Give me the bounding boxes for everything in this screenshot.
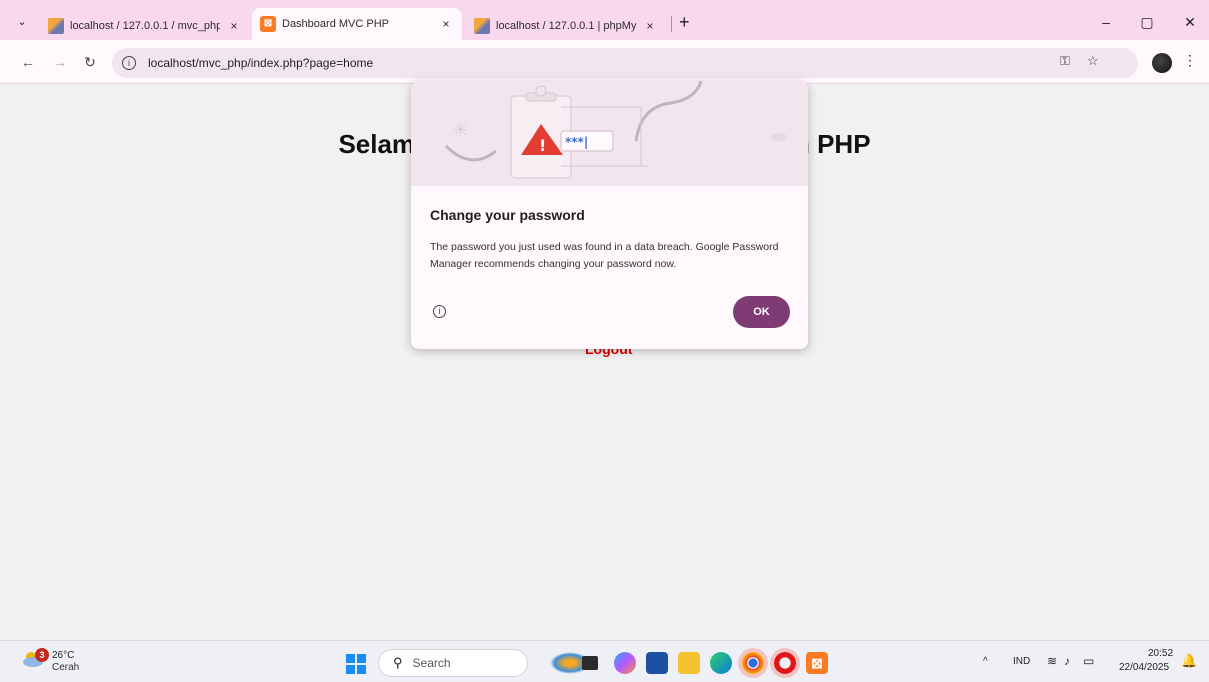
- windows-logo-icon: [346, 654, 355, 663]
- close-icon[interactable]: ×: [642, 19, 658, 33]
- url-text[interactable]: localhost/mvc_php/index.php?page=home: [148, 56, 373, 70]
- tab-separator: [671, 16, 672, 32]
- site-info-icon[interactable]: i: [122, 56, 136, 70]
- tray-chevron-icon[interactable]: ^: [983, 656, 988, 667]
- tab-phpmyadmin[interactable]: localhost / 127.0.0.1 | phpMyAd ×: [466, 12, 666, 40]
- browser-toolbar: ← → ↻ i localhost/mvc_php/index.php?page…: [0, 40, 1209, 84]
- svg-text:✳: ✳: [453, 120, 468, 141]
- windows-logo-pane: [357, 665, 366, 674]
- close-icon[interactable]: ×: [226, 19, 242, 33]
- search-icon: ⚲: [393, 655, 403, 670]
- password-mask: ***|: [565, 135, 588, 149]
- windows-logo-pane: [357, 654, 366, 663]
- bookmark-star-icon[interactable]: ☆: [1087, 53, 1099, 69]
- dialog-title: Change your password: [430, 207, 585, 223]
- taskbar-search[interactable]: ⚲ Search: [378, 649, 528, 677]
- weather-badge: 3: [35, 648, 49, 662]
- phpmyadmin-icon: [474, 18, 490, 34]
- menu-icon[interactable]: ⋮: [1183, 52, 1197, 69]
- warning-mark: !: [539, 136, 546, 155]
- taskbar: 3 26°C Cerah ⚲ Search ⊠ ^ IND ≋ ♪ ▭ 20:5…: [0, 640, 1209, 682]
- file-explorer-icon[interactable]: [678, 652, 700, 674]
- tab-title: Dashboard MVC PHP: [282, 18, 389, 30]
- tab-mvc-php[interactable]: localhost / 127.0.0.1 / mvc_php ×: [40, 12, 250, 40]
- start-button[interactable]: [346, 654, 366, 674]
- close-icon[interactable]: ×: [438, 17, 454, 31]
- forward-button[interactable]: →: [50, 52, 70, 72]
- key-icon[interactable]: ⚿: [1060, 53, 1070, 69]
- chrome-icon[interactable]: [742, 652, 764, 674]
- new-tab-button[interactable]: +: [679, 12, 690, 32]
- minimize-button[interactable]: –: [1096, 14, 1116, 30]
- xampp-taskbar-icon[interactable]: ⊠: [806, 652, 828, 674]
- tab-strip: ⌄ localhost / 127.0.0.1 / mvc_php × ⊠ Da…: [0, 0, 1209, 40]
- restore-button[interactable]: ▢: [1137, 14, 1157, 31]
- tab-title: localhost / 127.0.0.1 / mvc_php: [70, 20, 220, 32]
- edge-icon[interactable]: [710, 652, 732, 674]
- password-warning-illustration: ✳ ***| !: [444, 81, 787, 179]
- ok-button[interactable]: OK: [733, 296, 790, 328]
- tab-dashboard[interactable]: ⊠ Dashboard MVC PHP ×: [252, 8, 462, 40]
- address-bar[interactable]: i localhost/mvc_php/index.php?page=home …: [112, 48, 1138, 78]
- tab-search-button[interactable]: ⌄: [14, 14, 30, 30]
- opera-icon[interactable]: [774, 652, 796, 674]
- dialog-body: The password you just used was found in …: [430, 241, 779, 270]
- clock-date: 22/04/2025: [1119, 662, 1170, 673]
- windows-logo-pane: [346, 665, 355, 674]
- weather-condition: Cerah: [52, 662, 80, 673]
- back-button[interactable]: ←: [18, 52, 38, 72]
- volume-icon[interactable]: ♪: [1064, 654, 1070, 668]
- info-icon[interactable]: i: [433, 305, 446, 318]
- tab-title: localhost / 127.0.0.1 | phpMyAd: [496, 20, 636, 32]
- dialog-illustration: ✳ ***| !: [411, 81, 808, 186]
- wifi-icon[interactable]: ≋: [1047, 654, 1057, 668]
- phpmyadmin-icon: [48, 18, 64, 34]
- password-breach-dialog: ✳ ***| ! Change your password The passwo…: [411, 81, 808, 349]
- notification-bell-icon[interactable]: 🔔: [1181, 653, 1197, 669]
- copilot-icon[interactable]: [614, 652, 636, 674]
- language-indicator[interactable]: IND: [1013, 656, 1030, 667]
- profile-avatar[interactable]: [1152, 53, 1172, 73]
- reload-button[interactable]: ↻: [80, 52, 100, 72]
- close-window-button[interactable]: ✕: [1180, 14, 1200, 31]
- clock-time: 20:52: [1148, 648, 1174, 659]
- battery-icon[interactable]: ▭: [1083, 654, 1094, 668]
- weather-temperature: 26°C: [52, 650, 75, 661]
- task-view-icon[interactable]: [582, 656, 598, 670]
- search-placeholder: Search: [412, 656, 451, 670]
- xampp-icon: ⊠: [260, 16, 276, 32]
- store-icon[interactable]: [646, 652, 668, 674]
